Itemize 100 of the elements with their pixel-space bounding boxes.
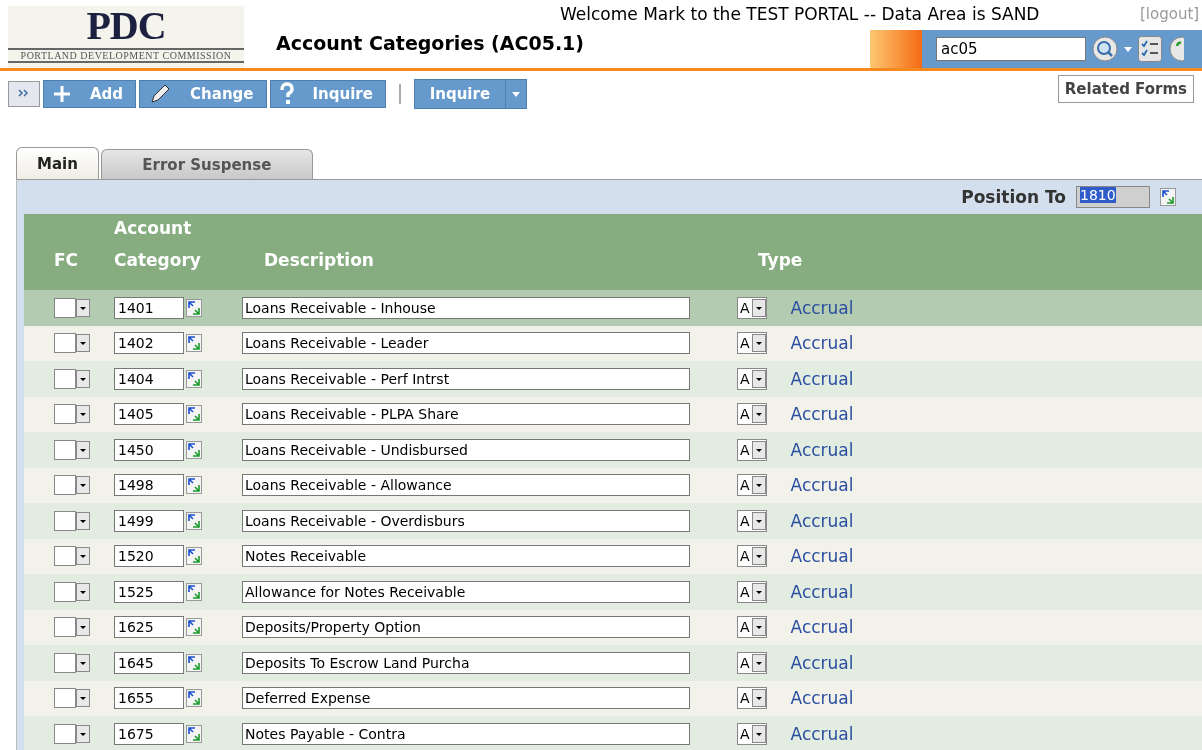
type-link[interactable]: Accrual [790, 297, 854, 318]
account-field[interactable]: 1525 [114, 580, 184, 603]
description-field[interactable]: Notes Payable - Contra [242, 722, 690, 745]
account-field[interactable]: 1450 [114, 438, 184, 461]
type-link[interactable]: Accrual [790, 581, 854, 602]
account-field[interactable]: 1625 [114, 616, 184, 639]
table-row[interactable]: 1675 Notes Payable - Contra A Accrual [24, 716, 1202, 750]
table-row[interactable]: 1499 Loans Receivable - Overdisburs A Accrual [24, 503, 1202, 539]
type-dropdown[interactable]: A [737, 438, 767, 461]
account-field[interactable]: 1520 [114, 545, 184, 568]
refresh-icon[interactable] [186, 369, 202, 388]
welcome-message: Welcome Mark to the TEST PORTAL -- Data Area is SAND [560, 4, 1040, 24]
account-field[interactable]: 1401 [114, 296, 184, 319]
description-field[interactable]: Deposits To Escrow Land Purcha [242, 651, 690, 674]
account-field[interactable]: 1675 [114, 722, 184, 745]
type-link[interactable]: Accrual [790, 723, 854, 744]
description-field[interactable]: Deferred Expense [242, 687, 690, 710]
table-row[interactable]: 1450 Loans Receivable - Undisbursed A Accrual [24, 432, 1202, 468]
account-field[interactable]: 1402 [114, 332, 184, 355]
type-dropdown[interactable]: A [737, 367, 767, 390]
search-field[interactable]: ac05 [936, 37, 1086, 61]
type-dropdown[interactable]: A [737, 403, 767, 426]
description-field[interactable]: Allowance for Notes Receivable [242, 580, 690, 603]
description-field[interactable]: Loans Receivable - Inhouse [242, 296, 690, 319]
account-field[interactable]: 1655 [114, 687, 184, 710]
refresh-icon[interactable] [186, 334, 202, 353]
description-field[interactable]: Loans Receivable - Leader [242, 332, 690, 355]
refresh-icon[interactable] [186, 582, 202, 601]
type-link[interactable]: Accrual [790, 510, 854, 531]
refresh-icon[interactable] [186, 476, 202, 495]
description-field[interactable]: Loans Receivable - Undisbursed [242, 438, 690, 461]
type-dropdown[interactable]: A [737, 651, 767, 674]
checklist-icon[interactable] [1138, 36, 1162, 62]
refresh-icon[interactable] [186, 653, 202, 672]
refresh-icon[interactable] [1160, 188, 1176, 206]
refresh-icon[interactable] [186, 724, 202, 743]
description-field[interactable]: Loans Receivable - Perf Intrst [242, 367, 690, 390]
type-link[interactable]: Accrual [790, 368, 854, 389]
refresh-icon[interactable] [186, 689, 202, 708]
expand-button[interactable] [8, 81, 40, 107]
refresh-icon[interactable] [186, 440, 202, 459]
type-dropdown[interactable]: A [737, 332, 767, 355]
fc-dropdown[interactable] [54, 652, 92, 673]
tab[interactable]: Main [16, 147, 99, 179]
search-icon[interactable] [1092, 36, 1118, 62]
tab[interactable]: Error Suspense [100, 149, 313, 179]
description-field[interactable]: Loans Receivable - Overdisburs [242, 509, 690, 532]
type-link[interactable]: Accrual [790, 652, 854, 673]
description-field[interactable]: Loans Receivable - Allowance [242, 474, 690, 497]
help-icon[interactable] [1168, 36, 1184, 62]
account-field[interactable]: 1499 [114, 509, 184, 532]
type-dropdown[interactable]: A [737, 474, 767, 497]
type-link[interactable]: Accrual [790, 439, 854, 460]
plus-icon [52, 84, 72, 104]
fc-dropdown[interactable] [54, 510, 92, 531]
description-field[interactable]: Deposits/Property Option [242, 616, 690, 639]
account-field[interactable]: 1498 [114, 474, 184, 497]
type-dropdown[interactable]: A [737, 580, 767, 603]
column-header: FC [54, 249, 80, 272]
fc-dropdown[interactable] [54, 439, 92, 460]
fc-dropdown[interactable] [54, 723, 92, 744]
table-row[interactable]: 1625 Deposits/Property Option A Accrual [24, 609, 1202, 645]
account-field[interactable]: 1404 [114, 367, 184, 390]
table-row[interactable]: 1525 Allowance for Notes Receivable A Accrual [24, 574, 1202, 610]
table-row[interactable]: 1655 Deferred Expense A Accrual [24, 680, 1202, 716]
fc-dropdown[interactable] [54, 368, 92, 389]
refresh-icon[interactable] [186, 511, 202, 530]
table-row[interactable]: 1645 Deposits To Escrow Land Purcha A Accrual [24, 645, 1202, 681]
table-row[interactable]: 1402 Loans Receivable - Leader A Accrual [24, 325, 1202, 361]
description-field[interactable]: Notes Receivable [242, 545, 690, 568]
type-link[interactable]: Accrual [790, 475, 854, 496]
question-icon [278, 82, 295, 106]
position-to-field[interactable]: 1810 [1076, 186, 1150, 208]
type-link[interactable]: Accrual [790, 546, 854, 567]
column-header: Account [114, 217, 193, 240]
type-link[interactable]: Accrual [790, 404, 854, 425]
table-row[interactable]: 1404 Loans Receivable - Perf Intrst A Accrual [24, 361, 1202, 397]
refresh-icon[interactable] [186, 298, 202, 317]
type-link[interactable]: Accrual [790, 617, 854, 638]
type-dropdown[interactable]: A [737, 687, 767, 710]
related-forms-button[interactable]: Related Forms [1057, 75, 1194, 103]
table-row[interactable]: 1405 Loans Receivable - PLPA Share A Accrual [24, 396, 1202, 432]
refresh-icon[interactable] [186, 547, 202, 566]
table-row[interactable]: 1498 Loans Receivable - Allowance A Accrual [24, 467, 1202, 503]
type-link[interactable]: Accrual [790, 688, 854, 709]
type-link[interactable]: Accrual [790, 333, 854, 354]
refresh-icon[interactable] [186, 618, 202, 637]
type-dropdown[interactable]: A [737, 509, 767, 532]
description-field[interactable]: Loans Receivable - PLPA Share [242, 403, 690, 426]
table-row[interactable]: 1401 Loans Receivable - Inhouse A Accrual [24, 290, 1202, 326]
table-row[interactable]: 1520 Notes Receivable A Accrual [24, 538, 1202, 574]
fc-dropdown[interactable] [54, 297, 92, 318]
account-field[interactable]: 1645 [114, 651, 184, 674]
type-dropdown[interactable]: A [737, 722, 767, 745]
type-dropdown[interactable]: A [737, 296, 767, 319]
refresh-icon[interactable] [186, 405, 202, 424]
type-dropdown[interactable]: A [737, 616, 767, 639]
type-dropdown[interactable]: A [737, 545, 767, 568]
fc-dropdown[interactable] [54, 581, 92, 602]
account-field[interactable]: 1405 [114, 403, 184, 426]
